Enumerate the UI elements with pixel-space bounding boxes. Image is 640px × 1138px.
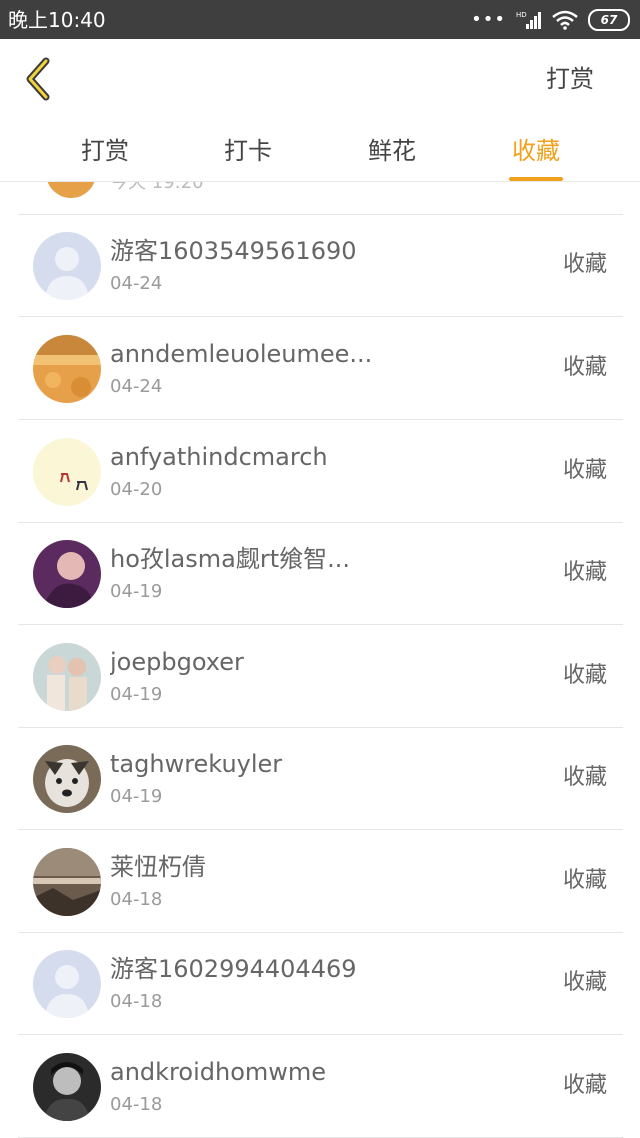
status-bar: 晚上10:40 ••• HD 67: [0, 0, 640, 39]
portrait-avatar: [33, 540, 101, 608]
tab-flowers[interactable]: 鲜花: [337, 131, 447, 181]
tab-reward[interactable]: 打赏: [50, 131, 160, 181]
avatar: [46, 182, 96, 198]
list-item[interactable]: 今天 19:20: [18, 182, 623, 215]
item-name: andkroidhomwme: [110, 1058, 327, 1086]
nav-bar: 打赏: [0, 39, 640, 123]
favorite-label: 收藏: [562, 1073, 607, 1098]
item-name: 游客1603549561690: [110, 237, 357, 265]
favorite-label: 收藏: [562, 458, 607, 483]
item-name: anndemleuoleumee...: [110, 340, 373, 368]
favorite-label: 收藏: [562, 970, 607, 995]
deer-avatar: [33, 438, 101, 506]
tab-bar: 打赏 打卡 鲜花 收藏: [0, 123, 640, 182]
list-item[interactable]: andkroidhomwme 04-18 收藏: [18, 1035, 623, 1138]
list-item[interactable]: 游客1602994404469 04-18 收藏: [18, 932, 623, 1035]
item-name: 莱忸朽倩: [110, 853, 206, 881]
tab-label: 鲜花: [368, 137, 416, 165]
item-date: 04-24: [110, 273, 163, 294]
back-button[interactable]: [20, 55, 60, 103]
signal-icon: HD: [516, 11, 541, 29]
item-date: 04-18: [110, 1094, 163, 1115]
status-icons: ••• HD 67: [471, 7, 630, 33]
bw-portrait-avatar: [33, 1053, 101, 1121]
tab-label: 打赏: [81, 137, 129, 165]
landscape-avatar: [33, 848, 101, 916]
tab-label: 打卡: [224, 137, 272, 165]
list-item[interactable]: ho孜lasma觑rt飨智... 04-19 收藏: [18, 522, 623, 625]
favorite-label: 收藏: [562, 868, 607, 893]
favorite-label: 收藏: [562, 663, 607, 688]
list-item[interactable]: 莱忸朽倩 04-18 收藏: [18, 830, 623, 933]
autumn-leaves-avatar: [33, 335, 101, 403]
item-name: taghwrekuyler: [110, 750, 283, 778]
item-date: 今天 19:20: [110, 182, 204, 193]
default-avatar: [33, 950, 101, 1018]
list-item[interactable]: anfyathindcmarch 04-20 收藏: [18, 420, 623, 523]
dog-avatar: [33, 745, 101, 813]
item-date: 04-19: [110, 786, 163, 807]
notification-dots-icon: •••: [471, 9, 506, 30]
item-date: 04-18: [110, 991, 163, 1012]
item-date: 04-19: [110, 684, 163, 705]
status-time: 晚上10:40: [8, 8, 106, 32]
favorite-label: 收藏: [562, 355, 607, 380]
tab-checkin[interactable]: 打卡: [193, 131, 303, 181]
header-reward-button[interactable]: 打赏: [546, 61, 594, 97]
couple-avatar: [33, 643, 101, 711]
item-name: ho孜lasma觑rt飨智...: [110, 545, 351, 573]
item-date: 04-24: [110, 376, 163, 397]
favorite-label: 收藏: [562, 252, 607, 277]
list-item[interactable]: 游客1603549561690 04-24 收藏: [18, 214, 623, 317]
item-name: joepbgoxer: [110, 648, 244, 676]
tab-label: 收藏: [512, 137, 560, 165]
wifi-icon: [552, 10, 578, 30]
default-avatar: [33, 232, 101, 300]
list-item[interactable]: joepbgoxer 04-19 收藏: [18, 625, 623, 728]
list-item[interactable]: taghwrekuyler 04-19 收藏: [18, 727, 623, 830]
tab-favorites[interactable]: 收藏: [481, 131, 591, 181]
favorites-list[interactable]: 今天 19:20 游客1603549561690 04-24 收藏 anndem…: [0, 182, 640, 1138]
favorite-label: 收藏: [562, 560, 607, 585]
item-date: 04-18: [110, 889, 163, 910]
favorite-label: 收藏: [562, 765, 607, 790]
item-name: anfyathindcmarch: [110, 443, 328, 471]
item-date: 04-19: [110, 581, 163, 602]
item-name: 游客1602994404469: [110, 955, 357, 983]
active-tab-indicator: [509, 177, 563, 181]
item-date: 04-20: [110, 479, 163, 500]
network-label: HD: [516, 11, 527, 19]
battery-icon: 67: [588, 9, 630, 31]
list-item[interactable]: anndemleuoleumee... 04-24 收藏: [18, 317, 623, 420]
